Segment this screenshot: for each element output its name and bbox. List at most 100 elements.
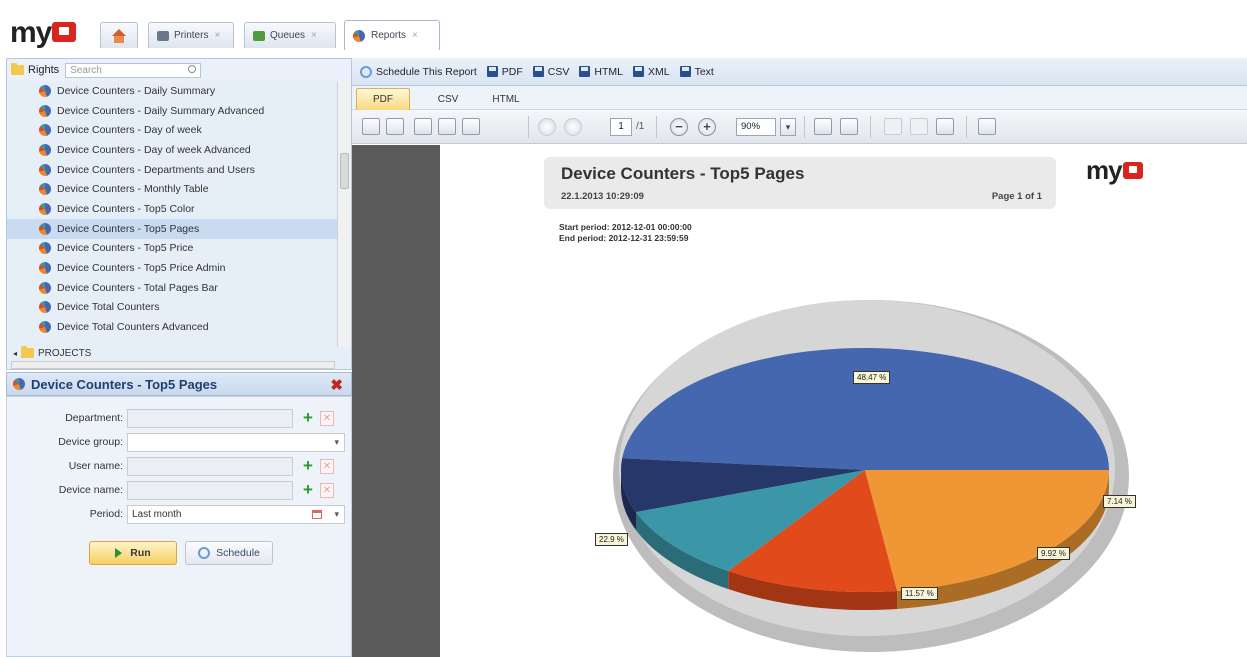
export-xml-label: XML (647, 65, 670, 78)
fit-page-icon[interactable] (840, 118, 858, 135)
scroll-thumb[interactable] (340, 153, 349, 189)
tree-item-label: Device Counters - Day of week (57, 124, 202, 137)
tab-pdf[interactable]: PDF (356, 88, 410, 110)
toolbar-divider (966, 116, 967, 138)
tree-item-label: Device Counters - Top5 Color (57, 202, 195, 215)
schedule-report-button[interactable]: Schedule This Report (360, 65, 477, 78)
add-user-icon[interactable]: + (299, 457, 317, 476)
format-tabs: PDF CSV HTML (352, 86, 1247, 110)
export-text-label: Text (694, 65, 714, 78)
remove-device-icon[interactable]: ✕ (320, 483, 334, 498)
close-icon[interactable]: × (214, 30, 220, 41)
next-page-icon[interactable] (564, 118, 582, 136)
page-total: /1 (636, 121, 645, 132)
search-placeholder: Search (70, 64, 102, 76)
zoom-dropdown[interactable]: ▾ (780, 118, 796, 136)
tree-item[interactable]: Device Counters - Daily Summary (7, 81, 337, 101)
schedule-button[interactable]: Schedule (185, 541, 273, 565)
report-tree: Rights Search Device Counters - Daily Su… (6, 58, 352, 370)
clock-icon (360, 65, 372, 78)
tree-item[interactable]: Device Counters - Top5 Price Admin (7, 258, 337, 278)
zoom-in-icon[interactable]: + (698, 118, 716, 136)
close-icon[interactable]: × (311, 30, 317, 41)
calendar-icon[interactable] (312, 510, 322, 519)
toolbar-divider (656, 116, 657, 138)
remove-department-icon[interactable]: ✕ (320, 411, 334, 426)
fit-width-icon[interactable] (814, 118, 832, 135)
tree-item[interactable]: Device Total Counters Advanced (7, 317, 337, 337)
tree-item[interactable]: Device Total Counters (7, 298, 337, 318)
close-form-icon[interactable]: ✖ (330, 376, 343, 394)
prev-page-icon[interactable] (538, 118, 556, 136)
tree-root-label: Rights (28, 64, 60, 76)
email-icon[interactable] (462, 118, 480, 135)
tree-scrollbar[interactable] (337, 81, 351, 347)
tab-csv[interactable]: CSV (426, 88, 470, 110)
remove-user-icon[interactable]: ✕ (320, 459, 334, 474)
tree-item[interactable]: Device Counters - Day of week Advanced (7, 140, 337, 160)
run-button[interactable]: Run (89, 541, 177, 565)
folder-icon (21, 346, 35, 358)
schedule-report-label: Schedule This Report (376, 65, 477, 78)
add-device-icon[interactable]: + (299, 481, 317, 500)
export-html-button[interactable]: HTML (579, 66, 623, 78)
tree-item[interactable]: Device Counters - Top5 Price (7, 239, 337, 259)
tree-item[interactable]: Device Counters - Departments and Users (7, 160, 337, 180)
search-input[interactable]: Search (65, 62, 202, 78)
close-icon[interactable]: × (412, 30, 418, 41)
tab-home[interactable] (100, 22, 138, 48)
tab-queues[interactable]: Queues × (244, 22, 336, 48)
expand-icon[interactable]: ◂ (13, 349, 17, 358)
tree-root[interactable]: Rights Search (7, 59, 351, 81)
tree-item-projects[interactable]: ◂ PROJECTS (7, 344, 337, 362)
top-bar: my Printers × Queues × Reports × (0, 0, 1247, 58)
tree-item-label: Device Counters - Total Pages Bar (57, 281, 218, 294)
add-department-icon[interactable]: + (299, 409, 317, 428)
user-name-field[interactable] (127, 457, 293, 476)
device-name-field[interactable] (127, 481, 293, 500)
chevron-down-icon[interactable]: ▾ (334, 434, 339, 451)
tree-item[interactable]: Device Counters - Total Pages Bar (7, 278, 337, 298)
properties-icon[interactable] (936, 118, 954, 135)
tab-html[interactable]: HTML (480, 88, 532, 110)
export-csv-label: CSV (547, 65, 570, 78)
save-icon[interactable] (414, 118, 432, 135)
report-icon (39, 222, 51, 235)
department-field[interactable] (127, 409, 293, 428)
export-csv-button[interactable]: CSV (532, 65, 570, 78)
tree-item-label: Device Counters - Monthly Table (57, 183, 209, 196)
page-number-input[interactable]: 1 (610, 118, 632, 136)
open-icon[interactable] (386, 118, 404, 135)
tree-item[interactable]: Device Counters - Top5 Pages (7, 218, 337, 239)
fullscreen-icon[interactable] (978, 118, 996, 135)
export-pdf-button[interactable]: PDF (486, 66, 523, 78)
tree-item-label: Device Counters - Daily Summary (57, 84, 216, 97)
tab-printers[interactable]: Printers × (148, 22, 234, 48)
period-select[interactable]: Last month ▾ (127, 505, 345, 524)
tree-item[interactable]: Device Counters - Monthly Table (7, 179, 337, 199)
zoom-input[interactable]: 90% (736, 118, 776, 136)
pie-data-label: 7.14 % (1103, 495, 1136, 508)
report-icon (39, 202, 51, 215)
tree-item[interactable]: Device Counters - Day of week (7, 120, 337, 140)
report-icon (39, 301, 51, 314)
export-text-button[interactable]: Text (679, 65, 714, 78)
find-icon[interactable] (910, 118, 928, 135)
export-icon[interactable] (362, 118, 380, 135)
tree-item[interactable]: Device Counters - Top5 Color (7, 199, 337, 219)
device-group-label: Device group: (58, 436, 123, 448)
pdf-viewer-toolbar: 1 /1 − + 90% ▾ (352, 110, 1247, 144)
tree-horizontal-scrollbar[interactable] (11, 361, 335, 369)
export-xml-button[interactable]: XML (632, 65, 670, 78)
zoom-out-icon[interactable]: − (670, 118, 688, 136)
clock-icon (198, 547, 211, 559)
tree-item[interactable]: Device Counters - Daily Summary Advanced (7, 101, 337, 121)
print-icon[interactable] (438, 118, 456, 135)
chevron-down-icon[interactable]: ▾ (334, 506, 339, 523)
tree-item-label: Device Counters - Departments and Users (57, 163, 255, 176)
tab-reports[interactable]: Reports × (344, 20, 440, 50)
device-group-select[interactable]: ▾ (127, 433, 345, 452)
pie-data-label: 9.92 % (1037, 547, 1070, 560)
edit-icon[interactable] (884, 118, 902, 135)
tree-item-label: Device Counters - Top5 Pages (57, 222, 200, 235)
